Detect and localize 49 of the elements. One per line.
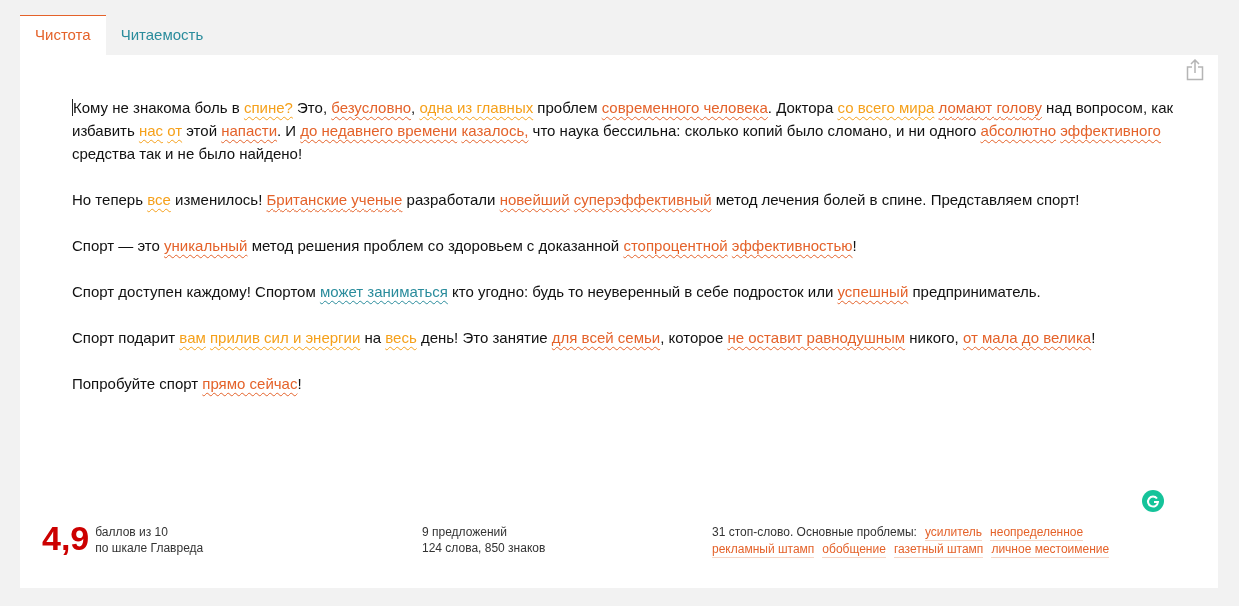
highlighted-phrase[interactable]: эффективностью [731,237,853,254]
problem-link[interactable]: газетный штамп [893,541,984,558]
highlighted-phrase[interactable]: суперэффективный [573,191,712,208]
problem-link[interactable]: личное местоимение [991,541,1110,558]
problem-link[interactable]: неопределенное [990,524,1084,541]
highlighted-phrase[interactable]: спине? [243,99,293,116]
highlighted-phrase[interactable]: весь [385,329,417,346]
highlighted-phrase[interactable]: современного человека [601,99,768,116]
highlighted-phrase[interactable]: для всей семьи [551,329,661,346]
paragraph: Спорт — это уникальный метод решения проблем со здоровьем с доказанной стопроцентной эффективностью! [72,236,858,256]
share-icon[interactable] [1186,59,1204,81]
tab[interactable]: Чистота [20,15,106,55]
highlighted-phrase[interactable]: ломают голову [938,99,1042,116]
paragraph: Спорт доступен каждому! Спортом может заниматься кто угодно: будь то неуверенный в себе подросток или успешный предприниматель. [72,282,1042,302]
problems-label: 31 стоп-слово. Основные проблемы: [712,524,917,541]
paragraph: Кому не знакома боль в спине? Это, безусловно, одна из главных проблем современного человека. Доктора со всего мира ломают голову над вопросом, как избавить нас от этой напасти. И до недавнего времени казалось, что наука бессильна: сколько копий было сломано, и ни одного абсолютно эффективного средства так и не было найдено! [72,98,1175,164]
highlighted-phrase[interactable]: стопроцентной [623,237,728,254]
score-label: по шкале Главреда [95,540,204,556]
highlighted-phrase[interactable]: может заниматься [319,283,448,300]
highlighted-phrase[interactable]: уникальный [164,237,248,254]
highlighted-phrase[interactable]: со всего мира [837,99,935,116]
highlighted-phrase[interactable]: успешный [837,283,909,300]
highlighted-phrase[interactable]: все [147,191,171,208]
paragraph: Но теперь все изменилось! Британские ученые разработали новейший суперэффективный метод лечения болей в спине. Представляем спорт! [72,190,1081,210]
highlighted-phrase[interactable]: прилив сил и энергии [210,329,361,346]
highlighted-phrase[interactable]: прямо сейчас [202,375,298,392]
highlighted-phrase[interactable]: до недавнего времени [300,122,458,139]
problem-link[interactable]: усилитель [924,524,983,541]
highlighted-phrase[interactable]: казалось, [461,122,529,139]
highlighted-phrase[interactable]: новейший [499,191,570,208]
score-value: 4,9 [42,518,90,559]
paragraph: Попробуйте спорт прямо сейчас! [72,374,303,394]
paragraph: Спорт подарит вам прилив сил и энергии на весь день! Это занятие для всей семьи, которое не оставит равнодушным никого, от мала до велика! [72,328,1097,348]
highlighted-phrase[interactable]: нас [138,122,164,139]
highlighted-phrase[interactable]: не оставит равнодушным [727,329,906,346]
problem-link[interactable]: обобщение [822,541,886,558]
stats-text: 9 предложений [422,524,508,540]
tab[interactable]: Читаемость [105,15,219,55]
highlighted-phrase[interactable]: одна из главных [419,99,534,116]
highlighted-phrase[interactable]: напасти [221,122,278,139]
problem-link[interactable]: рекламный штамп [712,541,815,558]
highlighted-phrase[interactable]: абсолютно [980,122,1057,139]
score-label: баллов из 10 [95,524,169,540]
text-cursor [72,99,73,116]
highlighted-phrase[interactable]: эффективного [1060,122,1161,139]
highlighted-phrase[interactable]: Британские ученые [266,191,403,208]
highlighted-phrase[interactable]: от [167,122,183,139]
stats-text: 124 слова, 850 знаков [422,540,547,556]
highlighted-phrase[interactable]: вам [179,329,206,346]
